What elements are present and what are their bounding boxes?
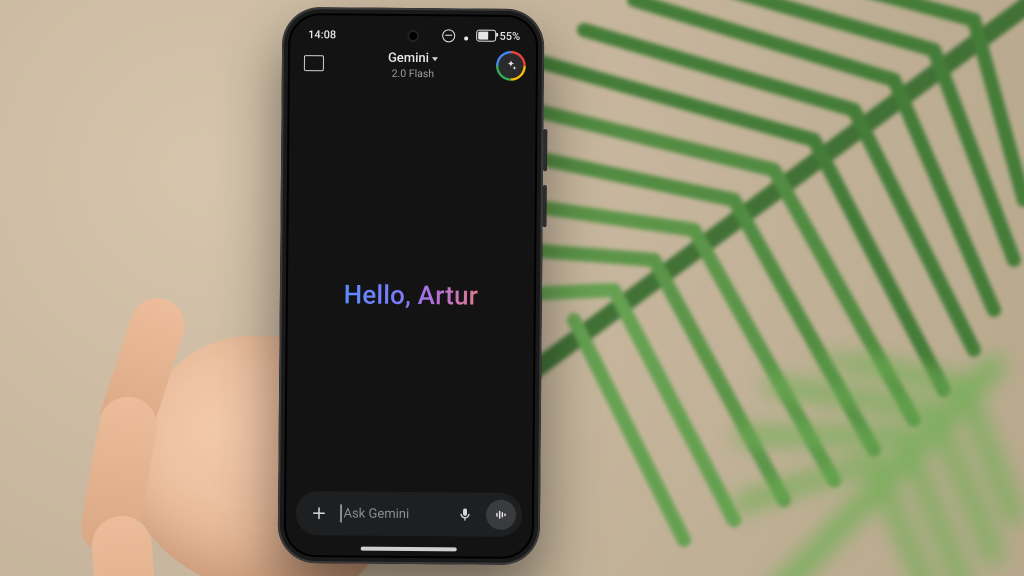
voice-input-button[interactable] xyxy=(450,499,480,529)
dnd-icon xyxy=(443,29,456,42)
plus-icon xyxy=(310,504,328,522)
model-selector[interactable]: Gemini 2.0 Flash xyxy=(388,52,438,80)
waveform-icon xyxy=(493,507,509,523)
prompt-text-field[interactable]: Ask Gemini xyxy=(340,504,444,523)
battery-percent: 55% xyxy=(500,29,521,42)
front-camera xyxy=(407,30,419,42)
microphone-icon xyxy=(457,506,473,522)
greeting-area: Hello, Artur xyxy=(286,99,535,493)
phone-device: 14:08 55% Gemini xyxy=(278,7,545,565)
sparkle-icon xyxy=(504,59,518,73)
account-avatar[interactable] xyxy=(498,53,524,79)
gemini-live-button[interactable] xyxy=(486,500,516,530)
text-cursor xyxy=(340,504,342,522)
wifi-icon xyxy=(460,30,473,40)
gesture-nav-handle[interactable] xyxy=(361,547,457,552)
prompt-placeholder: Ask Gemini xyxy=(343,506,409,522)
battery-icon xyxy=(477,30,497,42)
phone-screen: 14:08 55% Gemini xyxy=(286,15,537,557)
status-time: 14:08 xyxy=(308,28,336,41)
battery-indicator: 55% xyxy=(477,29,521,42)
app-header: Gemini 2.0 Flash xyxy=(290,49,536,101)
conversations-button[interactable] xyxy=(304,55,324,71)
model-name: Gemini xyxy=(388,52,429,67)
model-version: 2.0 Flash xyxy=(392,68,435,80)
prompt-input-bar[interactable]: Ask Gemini xyxy=(296,491,522,537)
add-button[interactable] xyxy=(304,498,334,528)
chevron-down-icon xyxy=(432,58,438,62)
photo-scene: 14:08 55% Gemini xyxy=(0,0,1024,576)
greeting-text: Hello, Artur xyxy=(344,280,479,311)
